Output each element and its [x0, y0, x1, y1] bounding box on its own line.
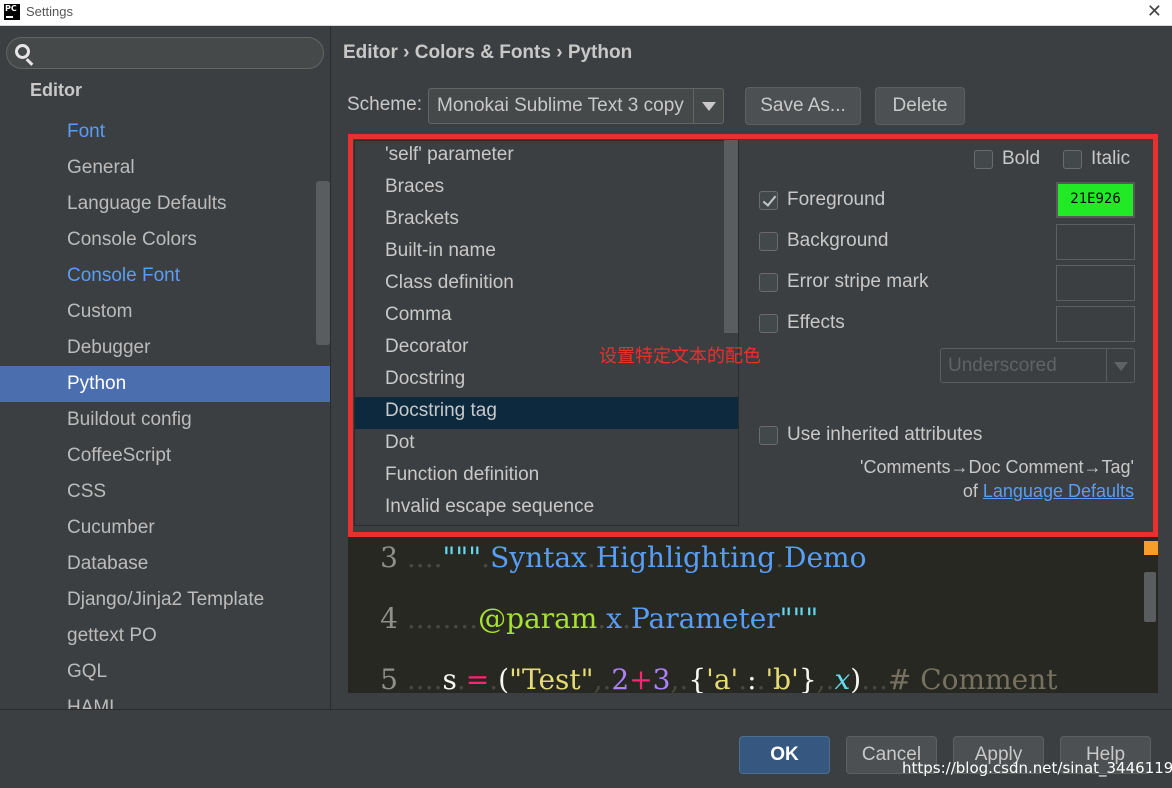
sidebar-item[interactable]: Language Defaults	[0, 186, 330, 222]
code-line: 4 ........@param.x.Parameter"""	[380, 602, 819, 635]
preview-scrollbar[interactable]	[1144, 572, 1156, 622]
settings-sidebar: Editor Font General Language Defaults Conso…	[0, 26, 331, 710]
save-as-button[interactable]: Save As...	[745, 87, 861, 125]
sidebar-group-editor[interactable]: Editor	[30, 80, 82, 101]
sidebar-item[interactable]: Cucumber	[0, 510, 330, 546]
code-preview[interactable]: 3 ....""".Syntax.Highlighting.Demo 4 ...…	[348, 537, 1158, 693]
sidebar-item[interactable]: Custom	[0, 294, 330, 330]
search-field[interactable]	[6, 37, 324, 69]
title-bar: PC Settings ✕	[0, 0, 1172, 26]
sidebar-item[interactable]: CoffeeScript	[0, 438, 330, 474]
sidebar-item[interactable]: Buildout config	[0, 402, 330, 438]
watermark-text: https://blog.csdn.net/sinat_34461199	[902, 759, 1172, 777]
sidebar-tree: Font General Language Defaults Console Colo…	[0, 114, 330, 710]
error-stripe-marker[interactable]	[1144, 541, 1158, 555]
delete-button[interactable]: Delete	[875, 87, 965, 125]
scheme-value: Monokai Sublime Text 3 copy	[437, 95, 684, 116]
highlight-frame	[348, 134, 1158, 537]
sidebar-item[interactable]: Database	[0, 546, 330, 582]
sidebar-item[interactable]: Debugger	[0, 330, 330, 366]
sidebar-item[interactable]: Font	[0, 114, 330, 150]
sidebar-item[interactable]: Console Colors	[0, 222, 330, 258]
window-title: Settings	[26, 4, 73, 19]
sidebar-item[interactable]: Python	[0, 366, 330, 402]
scheme-label: Scheme:	[347, 94, 422, 115]
footer-divider	[0, 709, 1172, 710]
sidebar-item[interactable]: HAML	[0, 690, 330, 710]
sidebar-item[interactable]: gettext PO	[0, 618, 330, 654]
sidebar-item[interactable]: GQL	[0, 654, 330, 690]
sidebar-item[interactable]: Django/Jinja2 Template	[0, 582, 330, 618]
sidebar-item[interactable]: Console Font	[0, 258, 330, 294]
search-icon	[15, 44, 30, 59]
app-logo-icon: PC	[4, 4, 20, 20]
ok-button[interactable]: OK	[739, 736, 830, 774]
breadcrumb: Editor › Colors & Fonts › Python	[343, 42, 633, 63]
close-icon[interactable]: ✕	[1147, 1, 1162, 22]
sidebar-item[interactable]: CSS	[0, 474, 330, 510]
scheme-dropdown[interactable]: Monokai Sublime Text 3 copy	[428, 88, 724, 124]
code-line: 5 ....s.=.("Test",.2+3,.{'a'.:.'b'},.x).…	[380, 663, 1058, 693]
code-line: 3 ....""".Syntax.Highlighting.Demo	[380, 541, 867, 574]
chevron-down-icon[interactable]	[693, 89, 723, 123]
sidebar-scrollbar[interactable]	[316, 181, 330, 345]
sidebar-item[interactable]: General	[0, 150, 330, 186]
